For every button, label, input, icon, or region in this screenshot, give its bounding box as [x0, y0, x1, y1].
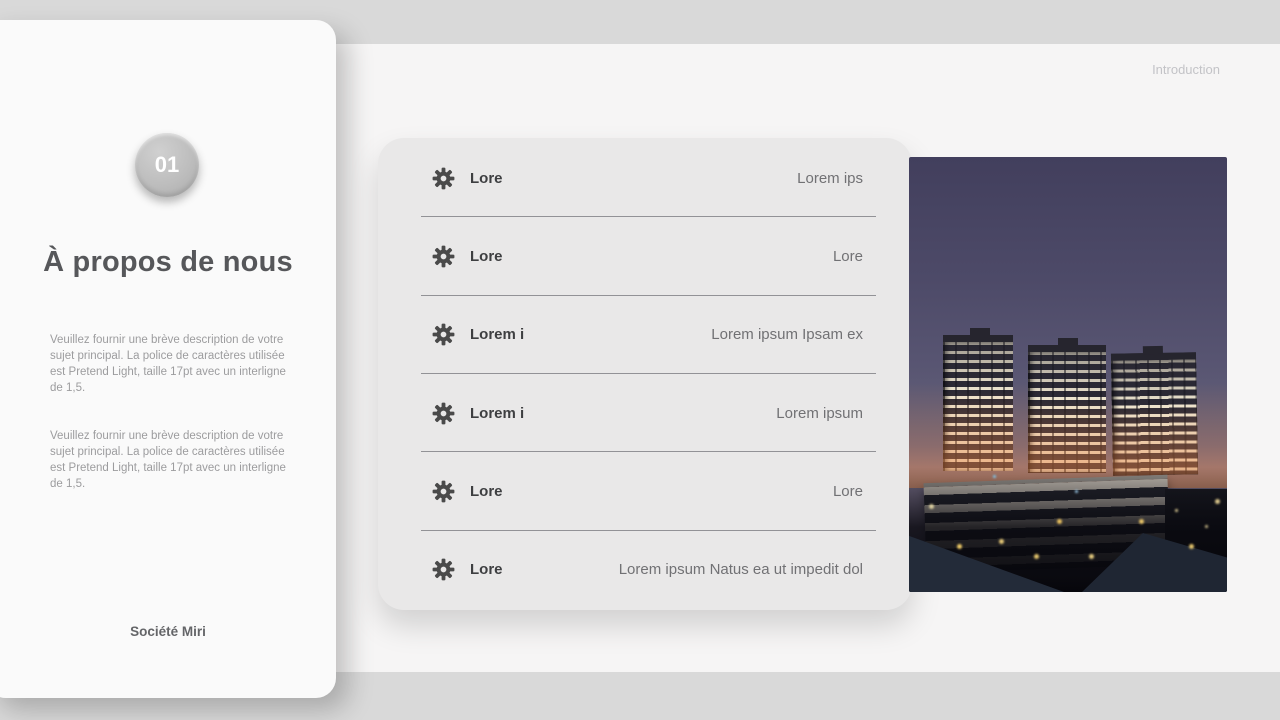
description-paragraph: Veuillez fournir une brève description d…: [50, 428, 300, 492]
street-lights: [909, 157, 912, 160]
list-item-label: Lorem i: [470, 405, 524, 422]
list-item-label: Lore: [470, 170, 503, 187]
gear-icon: [432, 558, 455, 581]
list-item-value: Lorem ipsum: [776, 405, 863, 422]
list-item[interactable]: Lore Lorem ips: [378, 139, 912, 217]
description-paragraph: Veuillez fournir une brève description d…: [50, 332, 300, 396]
company-name: Société Miri: [0, 624, 336, 639]
list-item-value: Lorem ips: [797, 170, 863, 187]
office-tower: [1111, 352, 1198, 475]
list-item[interactable]: Lore Lore: [378, 217, 912, 295]
list-item-label: Lore: [470, 561, 503, 578]
office-tower: [943, 335, 1013, 471]
gear-icon: [432, 402, 455, 425]
list-item-label: Lore: [470, 483, 503, 500]
list-item-label: Lorem i: [470, 326, 524, 343]
list-item-value: Lorem ipsum Ipsam ex: [711, 326, 863, 343]
slide-canvas: Introduction 01 À propos de nous Veuille…: [0, 0, 1280, 720]
list-item-value: Lore: [833, 483, 863, 500]
office-tower: [1028, 345, 1106, 473]
gear-icon: [432, 245, 455, 268]
list-item[interactable]: Lorem i Lorem ipsum: [378, 374, 912, 452]
title-card: 01 À propos de nous Veuillez fournir une…: [0, 20, 336, 698]
details-panel: Lore Lorem ips Lore Lore Lorem i Lorem i…: [378, 138, 912, 610]
slide-section-tag: Introduction: [1152, 62, 1220, 77]
gear-icon: [432, 167, 455, 190]
list-item[interactable]: Lore Lore: [378, 452, 912, 530]
city-skyline-photo: [909, 157, 1227, 592]
list-item-value: Lore: [833, 248, 863, 265]
list-item[interactable]: Lore Lorem ipsum Natus ea ut impedit dol: [378, 531, 912, 609]
section-number-badge: 01: [135, 133, 199, 197]
list-item[interactable]: Lorem i Lorem ipsum Ipsam ex: [378, 296, 912, 374]
page-title: À propos de nous: [0, 246, 336, 279]
list-item-value: Lorem ipsum Natus ea ut impedit dol: [619, 561, 863, 578]
gear-icon: [432, 480, 455, 503]
gear-icon: [432, 323, 455, 346]
list-item-label: Lore: [470, 248, 503, 265]
